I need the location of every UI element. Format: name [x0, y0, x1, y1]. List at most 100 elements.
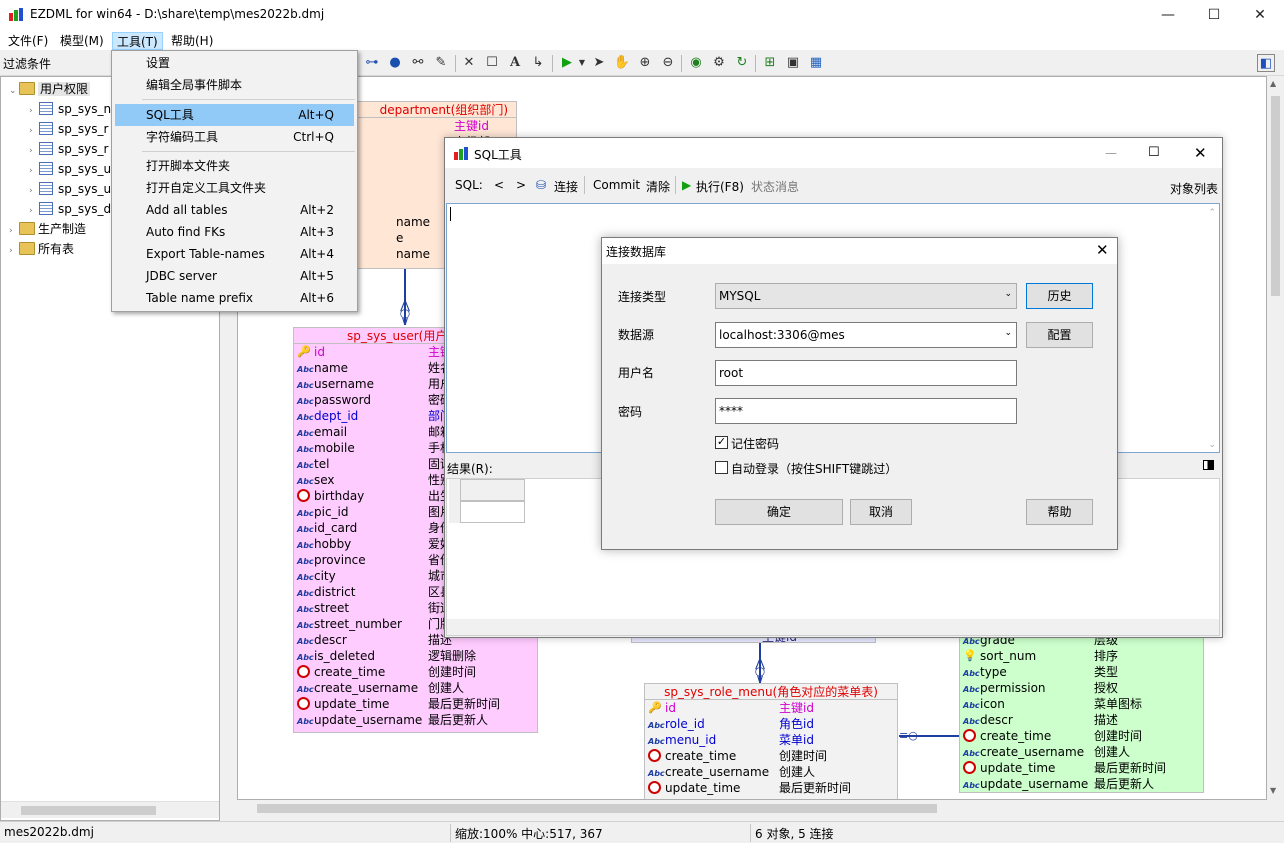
menu-item-open-script-folder[interactable]: 打开脚本文件夹: [115, 155, 354, 177]
entity-field-row[interactable]: Abc descr 描述: [960, 712, 1203, 728]
properties-icon[interactable]: ▣: [784, 54, 802, 72]
menu-item-settings[interactable]: 设置: [115, 52, 354, 74]
filter-input[interactable]: 过滤条件: [2, 53, 110, 73]
entity-field-row[interactable]: Abc create_username 创建人: [645, 764, 897, 780]
entity-field-row[interactable]: Abc menu_id 菜单id: [645, 732, 897, 748]
add-table-icon[interactable]: ⊞: [761, 54, 779, 72]
maximize-button[interactable]: ☐: [1191, 0, 1237, 30]
tree-horizontal-scrollbar[interactable]: [1, 801, 219, 818]
entity-sp-sys-role-menu[interactable]: sp_sys_role_menu(角色对应的菜单表) 🔑 id 主键id Abc rol…: [644, 683, 898, 799]
tree-node-table[interactable]: › sp_sys_n: [9, 99, 111, 119]
menu-item-export-table-names[interactable]: Export Table-names Alt+4: [115, 243, 354, 265]
text-icon[interactable]: A: [506, 54, 524, 72]
entity-field-row[interactable]: Abc permission 授权: [960, 680, 1203, 696]
entity-field-row[interactable]: Abc update_username 最后更新人: [960, 776, 1203, 792]
connection-type-select[interactable]: MYSQL ⌄: [715, 283, 1017, 309]
commit-button[interactable]: Commit: [593, 178, 640, 192]
data-source-combo[interactable]: localhost:3306@mes ⌄: [715, 322, 1017, 348]
entity-field-row[interactable]: create_time 创建时间: [294, 664, 537, 680]
history-button[interactable]: 历史: [1026, 283, 1093, 309]
help-button[interactable]: 帮助: [1026, 499, 1093, 525]
remember-password-checkbox[interactable]: ✓: [715, 436, 728, 449]
menu-tools[interactable]: 工具(T): [112, 32, 163, 50]
minimize-button[interactable]: —: [1105, 146, 1117, 160]
tree-node-table[interactable]: › sp_sys_d: [9, 199, 111, 219]
entity-sp-sys-menu[interactable]: Abc grade 层级 💡 sort_num 排序 Abc type 类型 Abc permiss…: [959, 623, 1204, 793]
tree-node-table[interactable]: › sp_sys_r: [9, 119, 111, 139]
menu-help[interactable]: 帮助(H): [167, 32, 217, 50]
entity-field-row[interactable]: create_time 创建时间: [960, 728, 1203, 744]
scroll-up-icon[interactable]: ▲: [1270, 79, 1276, 88]
zoom-in-icon[interactable]: ⊕: [636, 54, 654, 72]
scroll-down-icon[interactable]: ▼: [1270, 786, 1276, 795]
clear-button[interactable]: 清除: [646, 178, 670, 195]
entity-field-row[interactable]: Abc type 类型: [960, 664, 1203, 680]
globe-icon[interactable]: ●: [386, 54, 404, 72]
scrollbar-thumb[interactable]: [257, 804, 937, 813]
connect-button[interactable]: 连接: [554, 178, 578, 195]
status-message-button[interactable]: 状态消息: [751, 178, 799, 195]
maximize-result-icon[interactable]: [1203, 460, 1214, 470]
close-button[interactable]: ✕: [1237, 0, 1283, 30]
object-list-button[interactable]: 对象列表: [1170, 180, 1218, 197]
entity-field-row[interactable]: Abc is_deleted 逻辑删除: [294, 648, 537, 664]
config-button[interactable]: 配置: [1026, 322, 1093, 348]
menu-item-table-name-prefix[interactable]: Table name prefix Alt+6: [115, 287, 354, 309]
maximize-button[interactable]: ☐: [1148, 145, 1160, 160]
menu-file[interactable]: 文件(F): [4, 32, 52, 50]
ok-button[interactable]: 确定: [715, 499, 843, 525]
tree-node-table[interactable]: › sp_sys_u: [9, 179, 111, 199]
menu-item-edit-global-script[interactable]: 编辑全局事件脚本: [115, 74, 354, 96]
execute-button[interactable]: 执行(F8): [696, 178, 744, 195]
menu-item-jdbc-server[interactable]: JDBC server Alt+5: [115, 265, 354, 287]
expand-icon[interactable]: ›: [9, 221, 19, 241]
view-icon[interactable]: ◉: [687, 54, 705, 72]
scroll-up-icon[interactable]: ⌃: [1208, 208, 1216, 218]
entity-field-row[interactable]: update_time 最后更新时间: [645, 780, 897, 796]
delete-icon[interactable]: ✕: [460, 54, 478, 72]
pointer-icon[interactable]: ➤: [590, 54, 608, 72]
tree-node-manufacturing[interactable]: › 生产制造: [9, 219, 111, 239]
next-button[interactable]: >: [516, 178, 526, 192]
scrollbar-thumb[interactable]: [1271, 96, 1280, 296]
menu-item-char-encoding[interactable]: 字符编码工具 Ctrl+Q: [115, 126, 354, 148]
canvas-vertical-scrollbar[interactable]: ▲ ▼: [1267, 76, 1284, 800]
collapse-icon[interactable]: ⌄: [9, 81, 19, 101]
link-icon[interactable]: ↳: [529, 54, 547, 72]
cancel-button[interactable]: 取消: [850, 499, 912, 525]
refresh-icon[interactable]: ↻: [733, 54, 751, 72]
scroll-down-icon[interactable]: ⌄: [1208, 440, 1216, 450]
prev-button[interactable]: <: [494, 178, 504, 192]
close-button[interactable]: ✕: [1194, 144, 1207, 162]
close-button[interactable]: ✕: [1096, 241, 1109, 259]
dropdown-arrow-icon[interactable]: ▼: [573, 54, 591, 72]
connect-icon[interactable]: ⛁: [536, 178, 546, 192]
run-icon[interactable]: ▶: [682, 178, 691, 192]
entity-field-row[interactable]: Abc update_username 最后更新人: [294, 712, 537, 728]
entity-field-row[interactable]: 💡 sort_num 排序: [960, 648, 1203, 664]
entity-field-row[interactable]: Abc icon 菜单图标: [960, 696, 1203, 712]
menu-item-sql-tool[interactable]: SQL工具 Alt+Q: [115, 104, 354, 126]
canvas-horizontal-scrollbar[interactable]: [237, 800, 1267, 817]
username-input[interactable]: root: [715, 360, 1017, 386]
generate-icon[interactable]: ⚙: [710, 54, 728, 72]
tree-node-user-permissions[interactable]: ⌄ 用户权限: [9, 79, 111, 99]
hand-icon[interactable]: ✋: [613, 54, 631, 72]
scrollbar-thumb[interactable]: [21, 806, 156, 815]
menu-item-auto-find-fks[interactable]: Auto find FKs Alt+3: [115, 221, 354, 243]
auto-login-checkbox[interactable]: [715, 461, 728, 474]
find-icon[interactable]: ⚯: [409, 54, 427, 72]
zoom-out-icon[interactable]: ⊖: [659, 54, 677, 72]
menu-item-add-all-tables[interactable]: Add all tables Alt+2: [115, 199, 354, 221]
entity-field-row[interactable]: create_time 创建时间: [645, 748, 897, 764]
table-icon[interactable]: ☐: [483, 54, 501, 72]
minimize-button[interactable]: —: [1145, 0, 1191, 30]
menu-model[interactable]: 模型(M): [56, 32, 108, 50]
menu-item-open-custom-tools-folder[interactable]: 打开自定义工具文件夹: [115, 177, 354, 199]
chevron-down-icon[interactable]: ⌄: [1004, 328, 1012, 338]
entity-field-row[interactable]: Abc role_id 角色id: [645, 716, 897, 732]
entity-field-row[interactable]: 🔑 id 主键id: [645, 700, 897, 716]
entity-field-row[interactable]: Abc create_username 创建人: [960, 744, 1203, 760]
entity-field-row[interactable]: update_time 最后更新时间: [294, 696, 537, 712]
panel-toggle-icon[interactable]: ◧: [1257, 54, 1275, 72]
